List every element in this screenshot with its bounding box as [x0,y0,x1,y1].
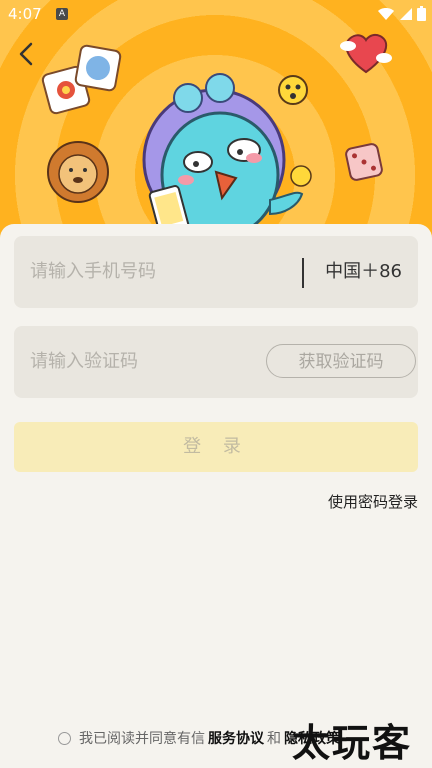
status-time: 4:07 [8,5,42,23]
heart-icon [340,33,392,74]
phone-placeholder: 请输入手机号码 [30,261,156,282]
password-login-link[interactable]: 使用密码登录 [328,491,418,512]
country-code-selector[interactable]: 中国＋86 [325,236,402,308]
status-icons [377,6,426,21]
mascot-illustration [41,33,392,239]
dice-icon [345,143,383,181]
battery-icon [417,6,426,21]
login-button[interactable]: 登 录 [14,422,418,472]
wifi-icon [378,7,394,20]
phone-input[interactable]: 请输入手机号码 中国＋86 [14,236,418,308]
signal-icon [400,7,412,20]
back-arrow-icon [19,42,33,66]
get-code-button[interactable]: 获取验证码 [266,344,416,378]
field-divider [302,258,304,288]
back-button[interactable] [14,40,42,68]
hero-banner: 4:07 A [0,0,432,250]
status-bar: 4:07 A [0,0,432,30]
code-placeholder: 请输入验证码 [30,351,138,372]
verification-code-input[interactable]: 请输入验证码 获取验证码 [14,326,418,398]
watermark: 太玩客 [292,721,413,765]
app-notification-badge: A [56,8,68,20]
agreement-conjunction: 和 [267,731,281,747]
lion-icon [47,141,109,203]
service-agreement-link[interactable]: 服务协议 [208,728,264,748]
agreement-prefix: 我已阅读并同意有信 [79,731,205,747]
radio-icon[interactable] [58,731,71,745]
